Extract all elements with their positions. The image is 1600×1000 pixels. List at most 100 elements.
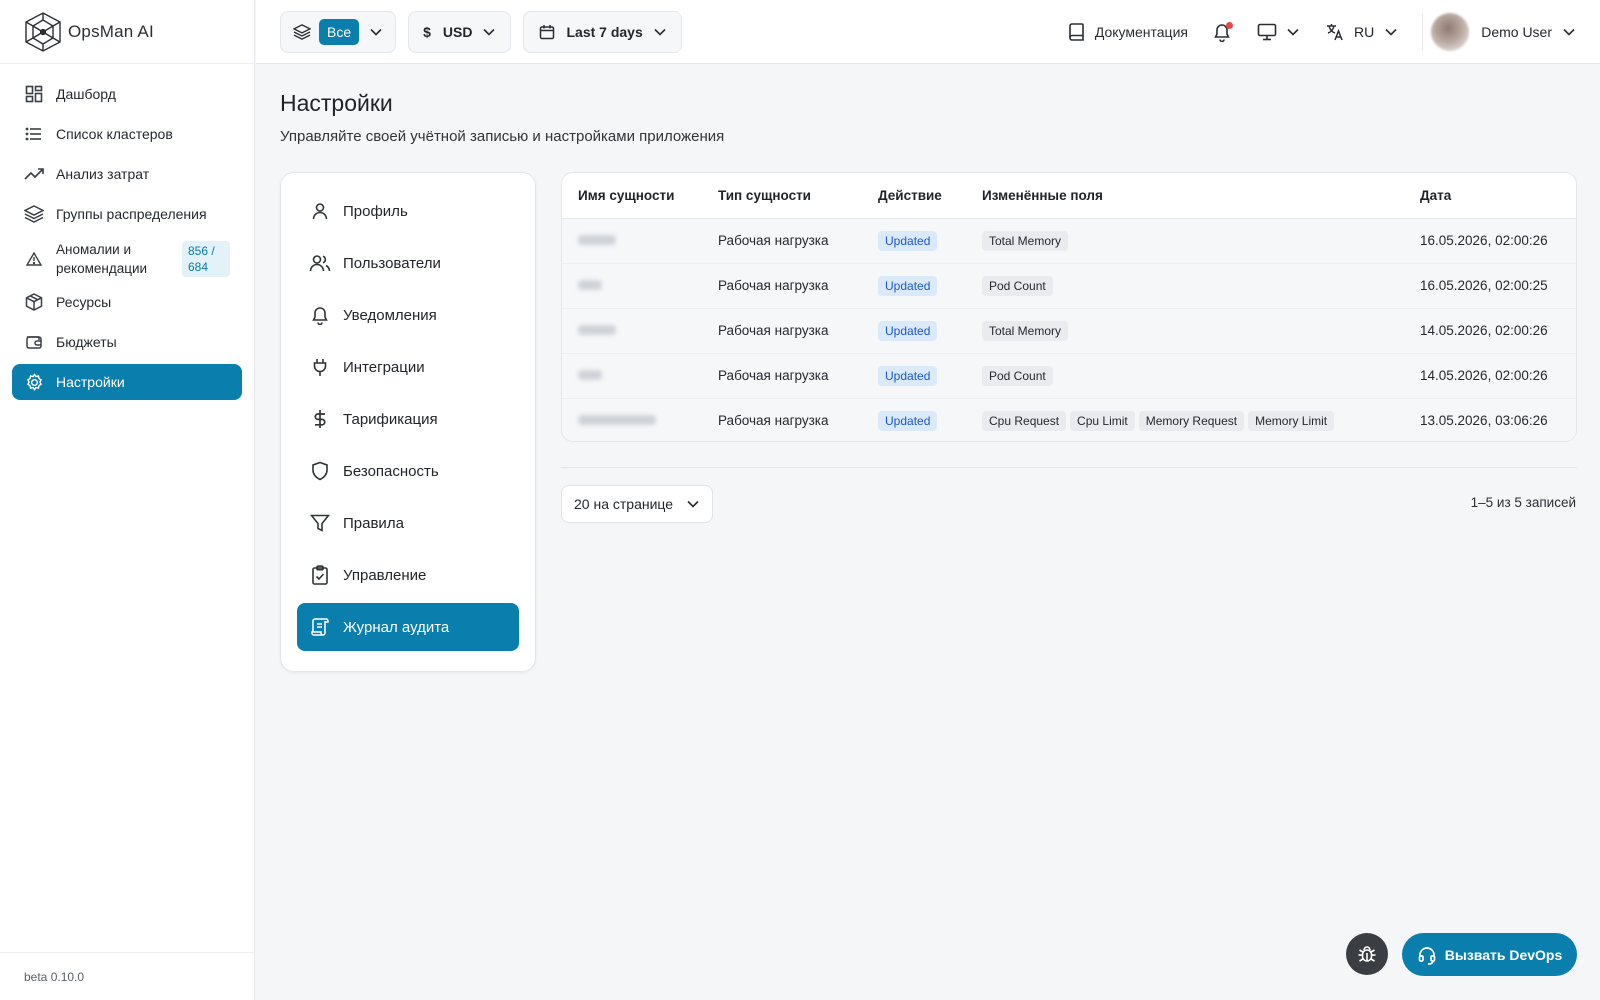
sidebar-item-dashboard[interactable]: Дашборд <box>12 76 242 112</box>
box-icon <box>24 292 44 312</box>
sidebar-item-label: Настройки <box>56 374 125 390</box>
column-header-action[interactable]: Действие <box>862 173 966 219</box>
records-count: 1–5 из 5 записей <box>1470 495 1576 510</box>
settings-item-label: Безопасность <box>343 462 439 480</box>
table-row[interactable]: Рабочая нагрузка Updated Total Memory 16… <box>562 218 1576 264</box>
settings-item-label: Правила <box>343 514 404 532</box>
action-cell: Updated <box>862 263 966 309</box>
changed-fields-cell: Total Memory <box>966 218 1404 264</box>
field-chip: Memory Limit <box>1248 410 1335 431</box>
sidebar-item-label: Дашборд <box>56 86 116 102</box>
layers-icon <box>293 23 311 41</box>
changed-fields-cell: Pod Count <box>966 263 1404 309</box>
calendar-icon <box>538 23 556 41</box>
settings-item-users[interactable]: Пользователи <box>297 239 519 287</box>
language-selector[interactable]: RU <box>1324 21 1398 43</box>
field-chip: Pod Count <box>982 365 1053 386</box>
settings-item-audit-log[interactable]: Журнал аудита <box>297 603 519 651</box>
settings-menu: Профиль Пользователи Уведомления Интегра… <box>280 172 536 672</box>
action-badge: Updated <box>878 410 938 431</box>
sidebar-item-label: Аномалии и рекомендации <box>56 242 148 276</box>
audit-log-table: Имя сущности Тип сущности Действие Измен… <box>561 172 1577 442</box>
call-devops-button[interactable]: Вызвать DevOps <box>1402 933 1577 976</box>
table-row[interactable]: Рабочая нагрузка Updated Cpu Request Cpu … <box>562 398 1576 441</box>
documentation-link[interactable]: Документация <box>1067 22 1188 42</box>
bell-icon <box>309 304 331 326</box>
date-range-selector[interactable]: Last 7 days <box>523 10 682 53</box>
entity-type-cell: Рабочая нагрузка <box>702 398 862 441</box>
sidebar-item-cost-analysis[interactable]: Анализ затрат <box>12 156 242 192</box>
user-menu[interactable]: Demo User <box>1431 13 1576 51</box>
settings-item-label: Профиль <box>343 202 408 220</box>
currency-selector[interactable]: $ USD <box>408 10 512 53</box>
user-name: Demo User <box>1481 24 1552 40</box>
layers-icon <box>24 204 44 224</box>
entity-type-cell: Рабочая нагрузка <box>702 353 862 399</box>
sidebar-item-allocation-groups[interactable]: Группы распределения <box>12 196 242 232</box>
scope-selector[interactable]: Все <box>280 10 397 53</box>
redacted-entity-name <box>578 415 656 426</box>
column-header-entity-type[interactable]: Тип сущности <box>702 173 862 219</box>
wallet-icon <box>24 332 44 352</box>
gear-icon <box>24 372 44 392</box>
action-cell: Updated <box>862 218 966 264</box>
changed-fields-cell: Cpu Request Cpu Limit Memory Request Memory… <box>966 398 1404 441</box>
entity-name-cell <box>562 353 702 399</box>
currency-symbol: $ <box>423 23 431 40</box>
table-row[interactable]: Рабочая нагрузка Updated Pod Count 16.05… <box>562 263 1576 309</box>
brand[interactable]: OpsMan AI <box>0 0 254 64</box>
page-title: Настройки <box>280 90 393 116</box>
sidebar-item-anomalies[interactable]: Аномалии и рекомендации 856 / 684 <box>12 236 242 282</box>
warning-icon <box>24 249 44 269</box>
clipboard-check-icon <box>309 564 331 586</box>
settings-item-management[interactable]: Управление <box>297 551 519 599</box>
list-icon <box>24 124 44 144</box>
documentation-label: Документация <box>1094 24 1188 40</box>
date-cell: 13.05.2026, 03:06:26 <box>1404 398 1576 441</box>
plug-icon <box>309 356 331 378</box>
settings-item-profile[interactable]: Профиль <box>297 187 519 235</box>
changed-fields-cell: Total Memory <box>966 308 1404 354</box>
sidebar-item-label: Ресурсы <box>56 294 112 310</box>
dashboard-icon <box>24 84 44 104</box>
display-mode-selector[interactable] <box>1256 21 1300 43</box>
field-chip: Memory Request <box>1138 410 1245 431</box>
settings-item-integrations[interactable]: Интеграции <box>297 343 519 391</box>
report-bug-button[interactable] <box>1346 933 1388 975</box>
table-row[interactable]: Рабочая нагрузка Updated Pod Count 14.05… <box>562 353 1576 399</box>
settings-item-billing[interactable]: Тарификация <box>297 395 519 443</box>
scroll-icon <box>309 616 331 638</box>
sidebar-item-settings[interactable]: Настройки <box>12 364 242 400</box>
trend-icon <box>24 164 44 184</box>
date-cell: 14.05.2026, 02:00:26 <box>1404 353 1576 399</box>
column-header-date[interactable]: Дата <box>1404 173 1576 219</box>
language-value: RU <box>1353 24 1375 40</box>
chevron-down-icon <box>369 25 383 39</box>
app-version: beta 0.10.0 <box>0 952 254 1000</box>
date-cell: 16.05.2026, 02:00:25 <box>1404 263 1576 309</box>
column-header-changed-fields[interactable]: Изменённые поля <box>966 173 1404 219</box>
page-size-select[interactable]: 20 на странице <box>561 485 713 523</box>
settings-item-security[interactable]: Безопасность <box>297 447 519 495</box>
settings-item-label: Интеграции <box>343 358 425 376</box>
action-badge: Updated <box>878 275 938 296</box>
date-range-value: Last 7 days <box>566 23 643 40</box>
table-row[interactable]: Рабочая нагрузка Updated Total Memory 14… <box>562 308 1576 354</box>
page-subtitle: Управляйте своей учётной записью и настр… <box>280 128 725 145</box>
notification-dot <box>1225 22 1233 29</box>
sidebar-item-clusters[interactable]: Список кластеров <box>12 116 242 152</box>
entity-type-cell: Рабочая нагрузка <box>702 218 862 264</box>
changed-fields-cell: Pod Count <box>966 353 1404 399</box>
sidebar-item-resources[interactable]: Ресурсы <box>12 284 242 320</box>
logo-icon <box>25 11 61 52</box>
settings-item-notifications[interactable]: Уведомления <box>297 291 519 339</box>
column-header-entity-name[interactable]: Имя сущности <box>562 173 702 219</box>
topbar-divider <box>1422 14 1424 50</box>
settings-item-rules[interactable]: Правила <box>297 499 519 547</box>
notifications-button[interactable] <box>1210 20 1234 44</box>
field-chip: Cpu Request <box>982 410 1067 431</box>
users-icon <box>309 252 331 274</box>
sidebar-item-budgets[interactable]: Бюджеты <box>12 324 242 360</box>
bug-icon <box>1358 946 1376 962</box>
settings-item-label: Управление <box>343 566 427 584</box>
